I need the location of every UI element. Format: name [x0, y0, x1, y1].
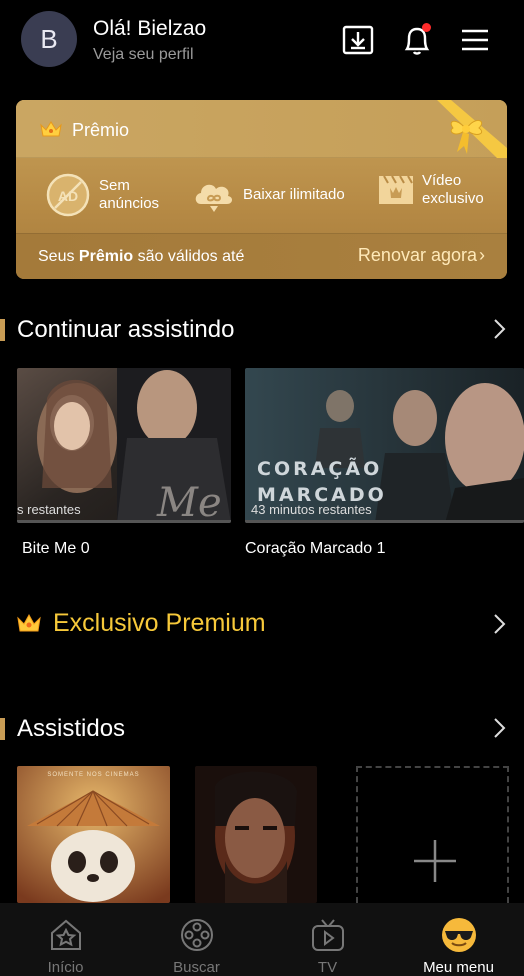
feature-unlimited-download: Baixar ilimitado — [191, 172, 345, 218]
premium-footer: Seus Prêmio são válidos até Renovar agor… — [16, 233, 507, 279]
poster-title-line1: CORAÇÃO — [257, 458, 383, 480]
remaining-time: 43 minutos restantes — [251, 502, 372, 517]
remaining-time: s restantes — [17, 502, 81, 517]
nav-label: Buscar — [173, 959, 220, 976]
renew-now-link[interactable]: Renovar agora › — [358, 245, 485, 266]
feature-exclusive-video: Vídeo exclusivo — [378, 172, 484, 208]
cloud-download-icon — [191, 172, 237, 218]
film-reel-icon — [180, 919, 213, 951]
nav-item-tv[interactable]: TV — [262, 903, 393, 976]
menu-icon[interactable] — [457, 22, 493, 58]
ad-block-icon: AD — [45, 172, 91, 218]
chevron-right-icon[interactable] — [492, 613, 506, 635]
greeting: Olá! Bielzao — [93, 17, 207, 40]
poster-kung-fu-panda — [17, 766, 170, 903]
continue-watching-title: Continuar assistindo — [17, 316, 235, 343]
poster-caption: SOMENTE NOS CINEMAS — [47, 772, 140, 778]
premium-title: Prêmio — [72, 120, 130, 140]
premium-header: Prêmio — [16, 100, 507, 158]
progress-bar — [17, 520, 231, 523]
bell-icon[interactable] — [399, 22, 435, 58]
continue-item-bite-me[interactable]: Me s restantes — [17, 368, 231, 523]
feature-label-line2: anúncios — [99, 195, 160, 212]
chevron-right-icon: › — [479, 245, 485, 265]
download-icon[interactable] — [340, 22, 376, 58]
continue-item-title: Bite Me 0 — [22, 540, 90, 557]
nav-label: Meu menu — [423, 959, 494, 976]
svg-text:Me: Me — [156, 480, 222, 523]
home-icon — [50, 919, 81, 950]
crown-icon — [17, 612, 41, 639]
bottom-nav: Início Buscar TV Meu menu — [0, 903, 524, 976]
notification-dot — [422, 23, 431, 32]
feature-label-line2: exclusivo — [422, 190, 484, 207]
tv-icon — [311, 919, 344, 951]
crown-icon — [39, 119, 63, 144]
section-accent — [0, 718, 5, 740]
continue-item-coracao-marcado[interactable]: CORAÇÃO MARCADO 43 minutos restantes — [245, 368, 524, 523]
chevron-right-icon[interactable] — [492, 717, 506, 739]
watched-item-2[interactable] — [195, 766, 317, 903]
poster-bite-me: Me — [17, 368, 231, 523]
gift-ribbon-icon — [417, 100, 507, 163]
nav-label: TV — [317, 959, 338, 976]
sunglasses-emoji-icon — [441, 918, 476, 952]
nav-label: Início — [47, 959, 84, 976]
feature-label-line1: Vídeo — [422, 172, 462, 189]
watched-title: Assistidos — [17, 715, 126, 742]
premium-card[interactable]: Prêmio AD Sem anúncios — [16, 100, 507, 279]
feature-label-line1: Sem — [99, 177, 130, 194]
header: B Olá! Bielzao Veja seu perfil — [0, 0, 524, 80]
chevron-right-icon[interactable] — [492, 318, 506, 340]
profile-link[interactable]: Veja seu perfil — [93, 46, 194, 64]
premium-validity-text: Seus Prêmio são válidos até — [38, 248, 245, 265]
feature-label-line1: Baixar ilimitado — [243, 186, 345, 203]
continue-item-title: Coração Marcado 1 — [245, 540, 386, 557]
video-clapper-icon — [378, 172, 414, 208]
avatar[interactable]: B — [21, 11, 77, 67]
exclusive-premium-title: Exclusivo Premium — [53, 609, 266, 637]
nav-item-buscar[interactable]: Buscar — [131, 903, 262, 976]
poster-john-wick — [195, 766, 317, 903]
section-accent — [0, 319, 5, 341]
plus-icon — [414, 840, 456, 882]
progress-bar — [245, 520, 524, 523]
add-item-button[interactable] — [356, 766, 509, 903]
watched-item-1[interactable]: SOMENTE NOS CINEMAS — [17, 766, 170, 903]
nav-item-inicio[interactable]: Início — [0, 903, 131, 976]
nav-item-meu-menu[interactable]: Meu menu — [393, 903, 524, 976]
feature-no-ads: AD Sem anúncios — [45, 172, 159, 218]
